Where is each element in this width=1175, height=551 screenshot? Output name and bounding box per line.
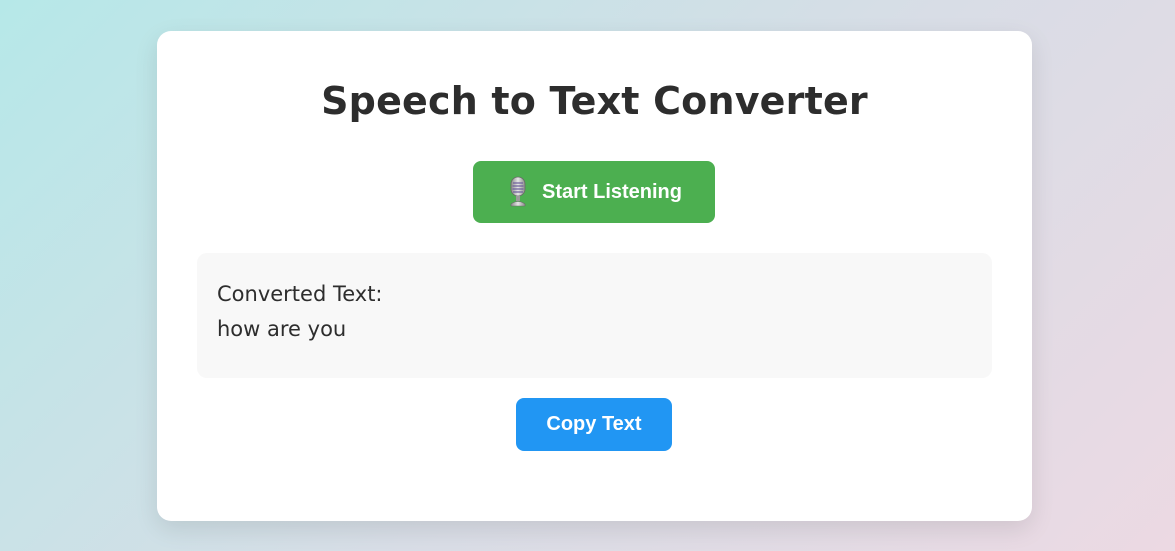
start-listening-label: Start Listening [541, 180, 682, 203]
converter-card: Speech to Text Converter Start Listening… [157, 31, 1032, 521]
copy-text-button[interactable]: Copy Text [516, 398, 672, 451]
converted-text-box: Converted Text: how are you [197, 253, 992, 378]
converted-text-value: how are you [217, 317, 347, 341]
start-listening-button[interactable]: Start Listening [473, 161, 715, 223]
page-title: Speech to Text Converter [321, 79, 868, 123]
converted-text-label: Converted Text: [217, 282, 383, 306]
microphone-icon [506, 176, 530, 208]
